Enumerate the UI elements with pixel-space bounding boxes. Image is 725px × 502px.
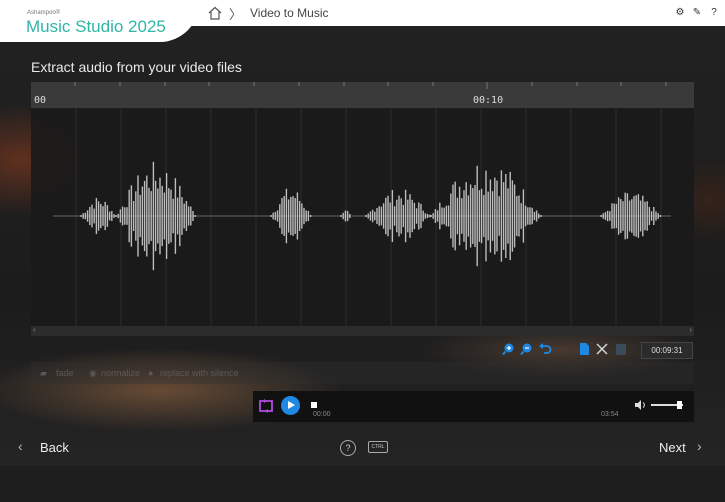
- total-time: 03:54: [601, 411, 619, 418]
- scroll-right-icon[interactable]: ›: [689, 325, 692, 334]
- scroll-left-icon[interactable]: ‹: [33, 325, 36, 334]
- ruler-label-start: 00: [34, 95, 47, 106]
- help-icon[interactable]: ?: [708, 7, 720, 19]
- loop-icon[interactable]: [258, 398, 274, 414]
- volume-knob[interactable]: [676, 401, 682, 409]
- ruler-ticks: [74, 82, 667, 89]
- normalize-icon: ◉: [89, 368, 97, 378]
- breadcrumb-separator: 〉: [229, 7, 243, 22]
- play-button[interactable]: [281, 396, 300, 415]
- silence-icon: ●: [148, 368, 154, 378]
- waveform-editor[interactable]: [31, 108, 694, 326]
- status-strip: [0, 466, 725, 502]
- selection-time: 00:09:31: [641, 342, 693, 359]
- vendor-label: Ashampoo®: [27, 10, 61, 16]
- home-icon[interactable]: [207, 5, 223, 21]
- ruler-label-10s: 00:10: [473, 95, 504, 106]
- next-chevron-icon[interactable]: ›: [697, 438, 702, 454]
- normalize-button[interactable]: normalize: [101, 368, 140, 378]
- cut-icon[interactable]: [595, 342, 609, 356]
- zoom-in-icon[interactable]: [502, 342, 516, 356]
- new-file-icon[interactable]: [577, 342, 591, 356]
- paste-icon[interactable]: [614, 342, 628, 356]
- player-bar: 00:00 03:54: [253, 391, 694, 422]
- waveform: [53, 108, 671, 326]
- volume-icon[interactable]: [634, 399, 646, 411]
- brand-area: Ashampoo® Music Studio 2025: [0, 0, 200, 42]
- playhead[interactable]: [311, 402, 317, 408]
- back-button[interactable]: Back: [40, 440, 69, 455]
- back-chevron-icon[interactable]: ‹: [18, 438, 23, 454]
- fade-icon: ▰: [40, 368, 47, 378]
- breadcrumb[interactable]: Video to Music: [250, 6, 329, 20]
- app-title: Music Studio 2025: [26, 17, 166, 36]
- current-time: 00:00: [313, 411, 331, 418]
- gear-icon[interactable]: ⚙: [674, 7, 686, 19]
- timeline-ruler[interactable]: 00 00:10: [31, 82, 694, 109]
- page-title: Extract audio from your video files: [31, 59, 242, 75]
- help-icon[interactable]: ?: [340, 440, 356, 456]
- fade-button[interactable]: fade: [56, 368, 74, 378]
- next-button[interactable]: Next: [659, 440, 686, 455]
- horizontal-scrollbar[interactable]: ‹ ›: [31, 325, 694, 336]
- edit-icon[interactable]: ✎: [691, 7, 703, 19]
- undo-icon[interactable]: [538, 342, 552, 356]
- keyboard-shortcut-icon[interactable]: CTRL: [368, 441, 388, 453]
- replace-silence-button[interactable]: replace with silence: [160, 368, 239, 378]
- zoom-out-icon[interactable]: [520, 342, 534, 356]
